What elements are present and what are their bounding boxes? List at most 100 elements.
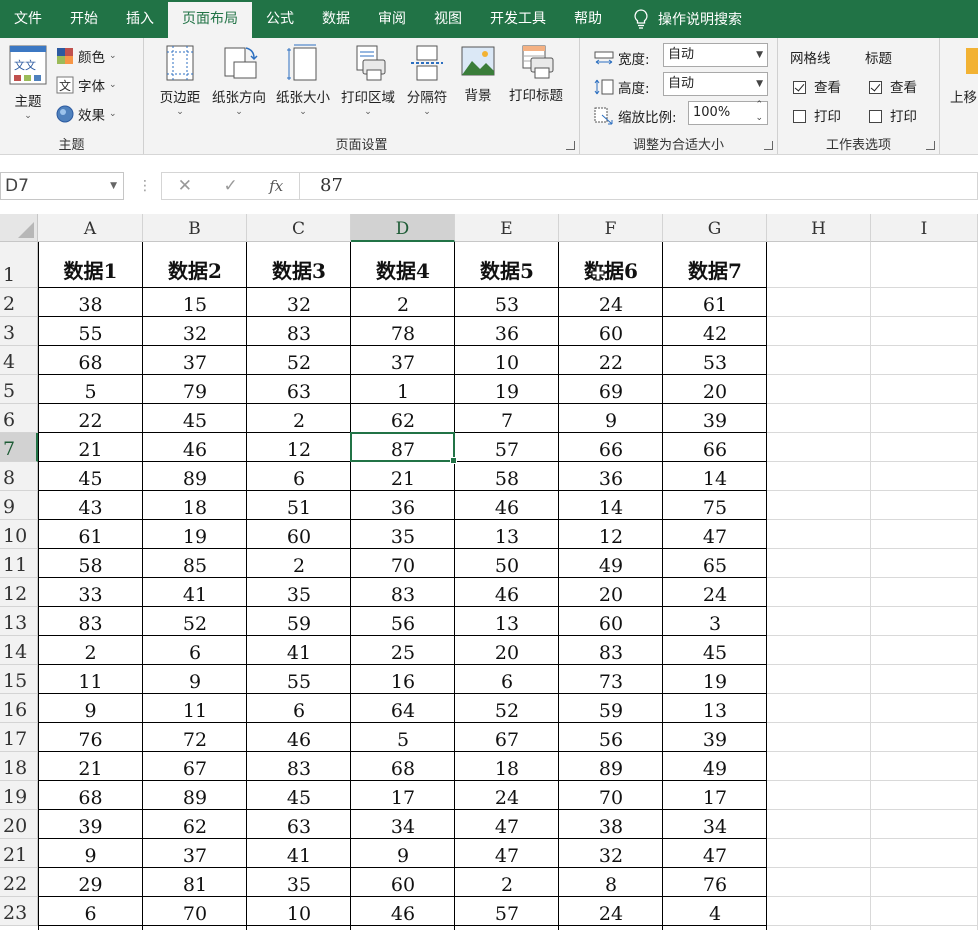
data-cell[interactable]: 47: [663, 839, 767, 868]
dialog-launcher-icon[interactable]: [566, 141, 575, 150]
data-cell[interactable]: 39: [663, 404, 767, 433]
checkbox-checked-icon[interactable]: [793, 81, 806, 94]
data-cell[interactable]: 41: [247, 636, 351, 665]
row-header[interactable]: 4: [0, 346, 38, 375]
data-cell[interactable]: 46: [143, 433, 247, 462]
data-cell[interactable]: 24: [559, 897, 663, 926]
headings-view-checkbox[interactable]: 查看: [869, 76, 917, 96]
data-cell[interactable]: 36: [455, 317, 559, 346]
data-cell[interactable]: 46: [455, 491, 559, 520]
data-cell[interactable]: 59: [559, 694, 663, 723]
data-cell[interactable]: 9: [351, 839, 455, 868]
data-cell[interactable]: 53: [455, 288, 559, 317]
data-cell[interactable]: 75: [663, 491, 767, 520]
margins-button[interactable]: 页边距 ⌄: [156, 44, 204, 117]
worksheet-grid[interactable]: A B C D E F G H I 1 数据1 数据2 数据3 数据4 数据5 数据6 数据7 2 38 15 32 2 5…: [0, 214, 978, 930]
tab-2[interactable]: 插入: [112, 0, 168, 38]
data-cell[interactable]: 6: [455, 665, 559, 694]
data-cell[interactable]: 70: [351, 549, 455, 578]
column-header[interactable]: D: [351, 214, 455, 242]
orientation-button[interactable]: 纸张方向 ⌄: [208, 44, 270, 117]
column-header[interactable]: C: [247, 214, 351, 242]
data-cell[interactable]: 65: [663, 549, 767, 578]
data-cell[interactable]: 2: [351, 288, 455, 317]
data-cell[interactable]: 7: [455, 404, 559, 433]
data-cell[interactable]: 19: [663, 665, 767, 694]
row-header[interactable]: 10: [0, 520, 38, 549]
data-cell[interactable]: 61: [38, 520, 143, 549]
data-cell[interactable]: 6: [38, 897, 143, 926]
data-cell[interactable]: 42: [663, 317, 767, 346]
data-cell[interactable]: 8: [559, 868, 663, 897]
name-box[interactable]: D7 ▼: [0, 172, 124, 200]
data-cell[interactable]: 36: [559, 462, 663, 491]
data-cell[interactable]: 32: [559, 839, 663, 868]
enter-check-icon[interactable]: ✓: [223, 176, 237, 196]
row-header[interactable]: 1: [0, 242, 38, 288]
data-cell[interactable]: 5: [351, 723, 455, 752]
tab-1[interactable]: 开始: [56, 0, 112, 38]
data-cell[interactable]: 2: [38, 636, 143, 665]
width-select[interactable]: 自动 ▼: [663, 43, 768, 67]
data-cell[interactable]: 83: [247, 317, 351, 346]
data-cell[interactable]: 34: [351, 810, 455, 839]
tab-6[interactable]: 审阅: [364, 0, 420, 38]
data-cell[interactable]: 68: [38, 346, 143, 375]
row-header[interactable]: 16: [0, 694, 38, 723]
effects-button[interactable]: 效果 ⌄: [56, 104, 117, 124]
data-cell[interactable]: 32: [143, 317, 247, 346]
data-cell[interactable]: 18: [455, 752, 559, 781]
data-cell[interactable]: 38: [38, 288, 143, 317]
data-cell[interactable]: 45: [247, 781, 351, 810]
data-cell[interactable]: 56: [351, 607, 455, 636]
data-cell[interactable]: 19: [455, 375, 559, 404]
data-cell[interactable]: 47: [663, 520, 767, 549]
scale-spinner[interactable]: 100% ⌃ ⌄: [688, 100, 768, 125]
data-cell[interactable]: 17: [663, 781, 767, 810]
data-cell[interactable]: 68: [38, 781, 143, 810]
data-cell[interactable]: 87: [351, 433, 455, 462]
row-header[interactable]: 18: [0, 752, 38, 781]
data-cell[interactable]: 2: [247, 549, 351, 578]
data-cell[interactable]: 47: [455, 839, 559, 868]
data-cell[interactable]: 83: [247, 752, 351, 781]
data-cell[interactable]: 73: [559, 665, 663, 694]
data-cell[interactable]: 39: [38, 810, 143, 839]
tab-7[interactable]: 视图: [420, 0, 476, 38]
data-cell[interactable]: 29: [38, 868, 143, 897]
data-cell[interactable]: 76: [663, 868, 767, 897]
data-cell[interactable]: 25: [351, 636, 455, 665]
tab-5[interactable]: 数据: [308, 0, 364, 38]
data-cell[interactable]: 66: [559, 433, 663, 462]
tab-9[interactable]: 帮助: [560, 0, 616, 38]
header-cell[interactable]: 数据2: [143, 242, 247, 288]
data-cell[interactable]: 32: [247, 288, 351, 317]
data-cell[interactable]: 60: [559, 607, 663, 636]
data-cell[interactable]: 69: [559, 375, 663, 404]
data-cell[interactable]: 21: [351, 462, 455, 491]
headings-print-checkbox[interactable]: 打印: [869, 105, 917, 125]
row-header[interactable]: 14: [0, 636, 38, 665]
data-cell[interactable]: 63: [247, 375, 351, 404]
data-cell[interactable]: 76: [38, 723, 143, 752]
data-cell[interactable]: 10: [247, 897, 351, 926]
row-header[interactable]: 19: [0, 781, 38, 810]
data-cell[interactable]: 55: [38, 317, 143, 346]
data-cell[interactable]: 89: [143, 781, 247, 810]
data-cell[interactable]: 20: [455, 636, 559, 665]
data-cell[interactable]: 11: [143, 694, 247, 723]
data-cell[interactable]: 33: [38, 578, 143, 607]
data-cell[interactable]: 35: [247, 868, 351, 897]
height-select[interactable]: 自动 ▼: [663, 72, 768, 96]
data-cell[interactable]: 89: [559, 752, 663, 781]
data-cell[interactable]: 70: [143, 897, 247, 926]
data-cell[interactable]: 1: [351, 375, 455, 404]
data-cell[interactable]: 34: [663, 810, 767, 839]
data-cell[interactable]: 3: [663, 607, 767, 636]
data-cell[interactable]: 81: [143, 868, 247, 897]
data-cell[interactable]: 35: [351, 520, 455, 549]
row-header[interactable]: 5: [0, 375, 38, 404]
data-cell[interactable]: 20: [559, 578, 663, 607]
breaks-button[interactable]: 分隔符 ⌄: [402, 44, 452, 117]
tab-0[interactable]: 文件: [0, 0, 56, 38]
